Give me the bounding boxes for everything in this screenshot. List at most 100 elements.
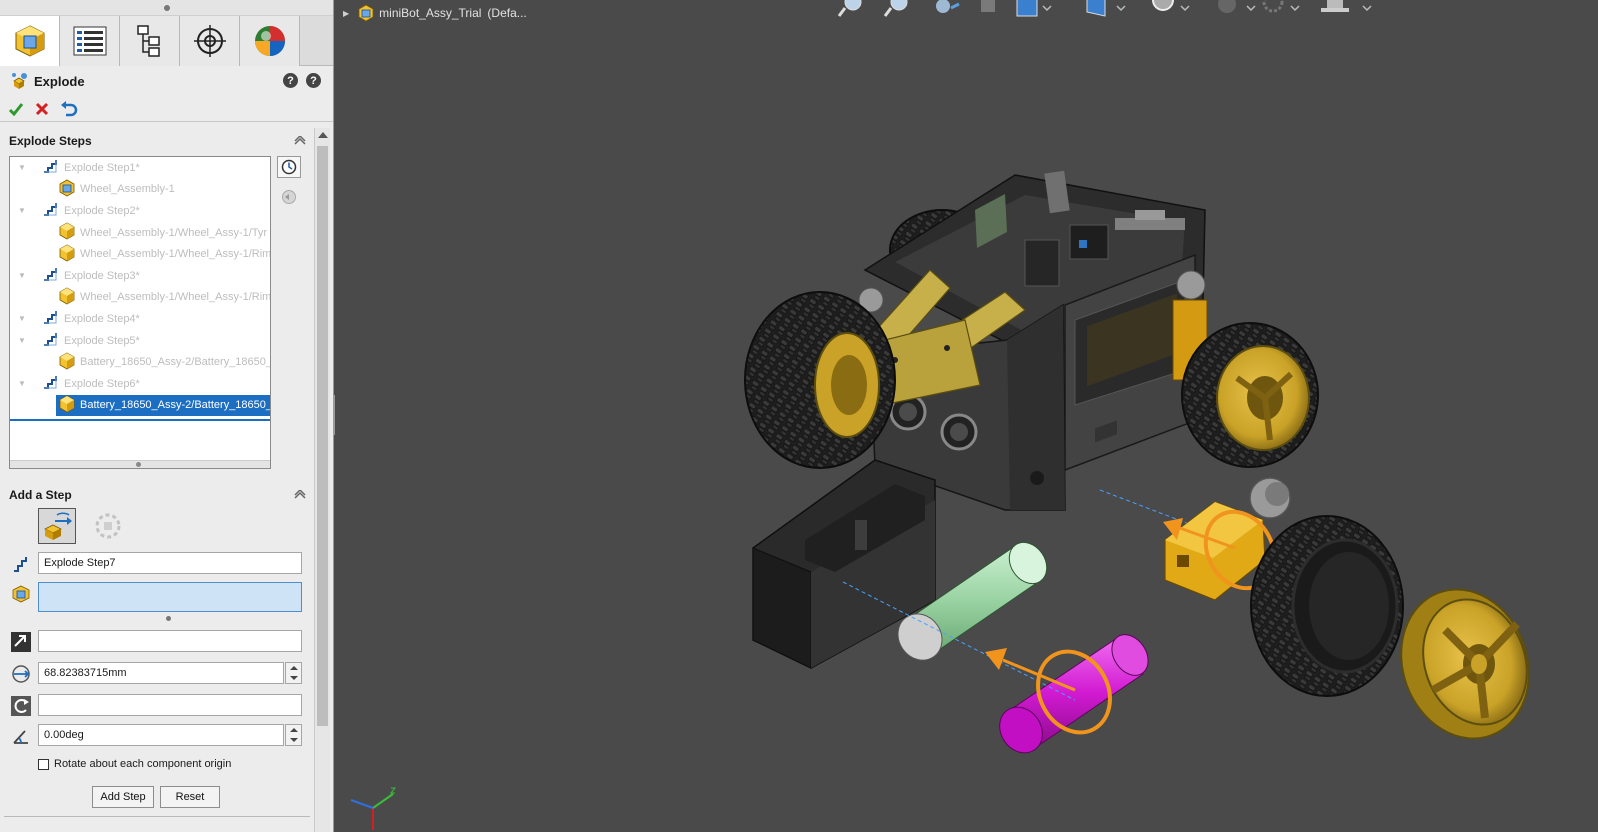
explode-step-icon [42,201,60,220]
explode-step-icon [42,374,60,393]
add-step-section: Add a Step Explode Step7 68.82383715mm 0… [0,482,314,817]
battery-magenta[interactable] [991,628,1156,761]
explode-icon [12,73,27,89]
explode-steps-list[interactable]: ▼ Explode Step1* Wheel_Assembly-1 ▼ Explode … [9,156,271,469]
explode-step-icon [42,266,60,285]
tree-step-item[interactable]: ▼ Explode Step1* [10,157,270,179]
manager-tabs [0,16,333,66]
expand-arrow-icon[interactable]: ▼ [18,271,28,280]
tab-configuration-manager[interactable] [120,16,180,66]
ok-check-icon[interactable] [8,101,24,117]
scroll-up-arrow-icon[interactable] [318,132,328,138]
part-icon [58,352,76,373]
distance-spinner[interactable] [285,662,302,684]
panel-grip[interactable] [0,0,333,16]
chassis[interactable] [744,170,1319,511]
animate-button[interactable] [277,156,301,178]
exploded-tyre[interactable] [1250,515,1404,697]
configuration-manager-icon [136,25,160,57]
distance-icon [10,664,32,684]
assembly-icon [58,179,76,200]
feature-manager-icon [73,26,106,56]
explode-steps-title: Explode Steps [9,134,92,148]
component-icon [10,584,32,604]
tree-component-item[interactable]: Battery_18650_Assy-2/Battery_18650_I [10,351,270,373]
list-resize-grip[interactable] [166,616,171,621]
explode-step-icon [42,158,60,177]
collapse-chevron-icon[interactable] [294,136,306,146]
tree-selection-underline [10,419,270,421]
collapse-chevron-icon[interactable] [294,490,306,500]
panel-scrollbar[interactable] [314,128,330,832]
expand-arrow-icon[interactable]: ▼ [18,314,28,323]
section-divider [4,816,310,817]
add-step-header[interactable]: Add a Step [0,482,314,508]
components-selection-box[interactable] [38,582,302,612]
tree-item-label: Wheel_Assembly-1/Wheel_Assy-1/Rim [80,291,271,304]
appearance-sphere-icon [254,26,285,56]
add-step-button[interactable]: Add Step [92,786,154,808]
tree-item-label: Explode Step5* [64,334,140,347]
angle-icon [10,726,32,746]
tree-component-item[interactable]: Wheel_Assembly-1 [10,179,270,201]
help-icon[interactable]: ? [306,73,321,88]
crosshair-icon [193,25,226,57]
step-name-row [0,552,314,576]
tree-step-item[interactable]: ▼ Explode Step3* [10,265,270,287]
tree-horizontal-scrollbar[interactable] [10,460,270,468]
step-name-input[interactable] [38,552,302,574]
expand-arrow-icon[interactable]: ▼ [18,163,28,172]
tree-step-item[interactable]: ▼ Explode Step4* [10,308,270,330]
timer-icon [281,159,297,175]
tab-property-manager[interactable] [0,16,60,66]
rewind-icon [282,190,296,204]
property-manager-panel: Explode ? ? Explode Steps ▼ Explode Step1… [0,0,334,832]
exploded-rim[interactable] [1381,571,1550,756]
tree-step-item[interactable]: ▼ Explode Step2* [10,200,270,222]
tab-feature-manager[interactable] [60,16,120,66]
add-step-title: Add a Step [9,488,72,502]
page-title: Explode [34,73,85,89]
help-detailed-icon[interactable]: ? [283,73,298,88]
reset-button[interactable]: Reset [160,786,220,808]
tree-component-item[interactable]: Wheel_Assembly-1/Wheel_Assy-1/Rim [10,287,270,309]
angle-spinner[interactable] [285,724,302,746]
angle-input[interactable] [38,724,284,746]
tab-display-manager[interactable] [240,16,300,66]
graphics-area[interactable]: ▶ miniBot_Assy_Trial (Defa... [335,0,1598,832]
direction-input[interactable] [38,630,302,652]
tab-dimxpert-manager[interactable] [180,16,240,66]
radial-step-button[interactable] [90,508,126,544]
tree-component-item[interactable]: Battery_18650_Assy-2/Battery_18650_F [10,394,270,417]
tree-item-label: Wheel_Assembly-1 [80,183,175,196]
undo-icon[interactable] [60,100,78,117]
cancel-x-icon[interactable] [34,101,50,117]
property-manager-content: Explode Steps ▼ Explode Step1* Wheel_Assem… [0,128,314,832]
tree-component-item[interactable]: Wheel_Assembly-1/Wheel_Assy-1/Rim [10,243,270,265]
reverse-button[interactable] [277,186,301,208]
rotate-origin-checkbox[interactable] [38,758,49,770]
expand-arrow-icon[interactable]: ▼ [18,379,28,388]
rotate-origin-option[interactable]: Rotate about each component origin [38,758,231,770]
expand-arrow-icon[interactable]: ▼ [18,336,28,345]
tree-step-item[interactable]: ▼ Explode Step6* [10,373,270,395]
rotate-origin-label: Rotate about each component origin [54,758,232,770]
tree-item-label: Explode Step3* [64,269,140,282]
tree-step-item[interactable]: ▼ Explode Step5* [10,330,270,352]
explode-step-icon [42,331,60,350]
rotation-axis-row [0,694,314,718]
expand-arrow-icon[interactable]: ▼ [18,206,28,215]
tree-item-label: Wheel_Assembly-1/Wheel_Assy-1/Rim [80,248,271,261]
tree-component-item[interactable]: Wheel_Assembly-1/Wheel_Assy-1/Tyr [10,222,270,244]
rotation-axis-input[interactable] [38,694,302,716]
regular-step-button[interactable] [38,508,76,544]
model-scene [350,170,1550,830]
part-icon [58,287,76,308]
distance-input[interactable] [38,662,284,684]
property-manager-header: Explode ? ? [0,66,333,96]
coordinate-triad-icon [350,787,397,830]
scrollbar-thumb[interactable] [317,146,328,726]
explode-steps-header[interactable]: Explode Steps [0,128,314,154]
property-manager-icon [15,25,44,57]
tree-item-label: Wheel_Assembly-1/Wheel_Assy-1/Tyr [80,226,268,239]
